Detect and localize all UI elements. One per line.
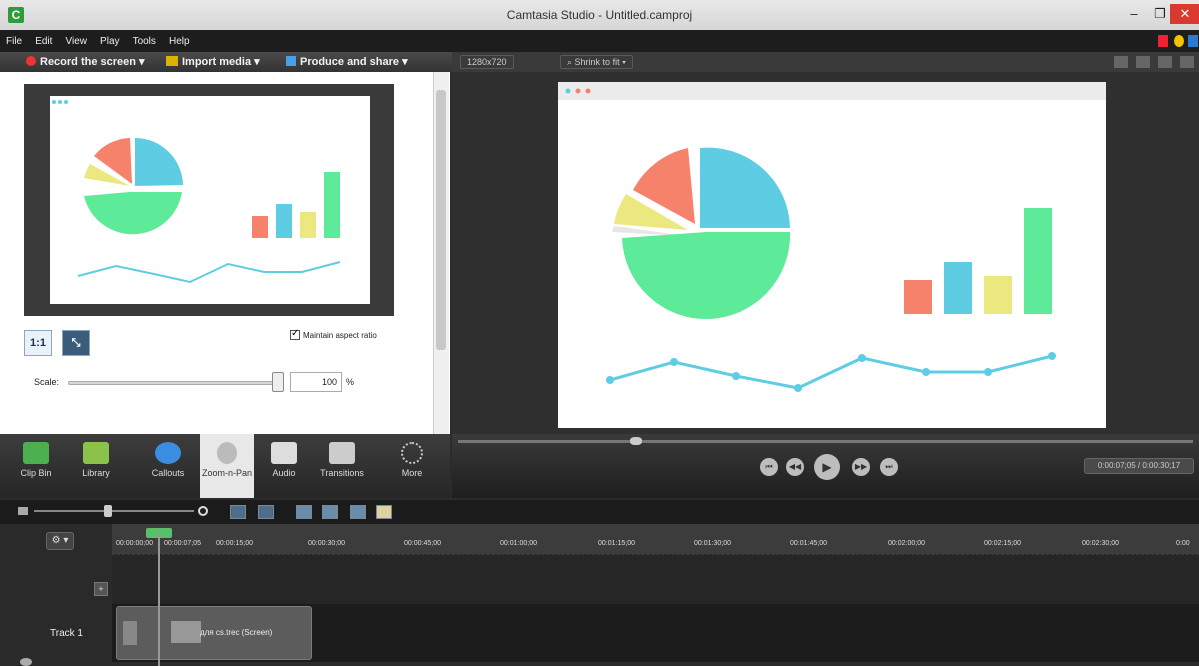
close-button[interactable]: ✕ — [1170, 4, 1199, 24]
tab-library[interactable]: Library — [72, 434, 120, 498]
folder-icon — [166, 56, 178, 66]
timecode-display: 0:00:07;05 / 0:00:30;17 — [1084, 458, 1194, 474]
tab-callouts[interactable]: Callouts — [144, 434, 192, 498]
add-track-button[interactable]: + — [94, 582, 108, 596]
scale-1to1-button[interactable]: 1:1 — [24, 330, 52, 356]
ruler-label: 00:00:45;00 — [404, 540, 441, 547]
library-icon — [83, 442, 109, 464]
zoom-out-full-button[interactable]: ⤡ — [62, 330, 90, 356]
zoom-in-icon[interactable] — [198, 506, 208, 516]
tab-more[interactable]: More — [388, 434, 436, 498]
scale-slider-knob[interactable] — [272, 372, 284, 392]
tip-bulb-icon[interactable] — [1174, 35, 1184, 47]
dimensions-dropdown[interactable]: 1280x720 — [460, 55, 514, 69]
zoom-out-icon[interactable] — [18, 507, 28, 515]
paste-icon[interactable] — [376, 505, 392, 519]
step-back-button[interactable]: ◀◀ — [786, 458, 804, 476]
timeline-toolbar — [0, 500, 1199, 524]
previous-clip-button[interactable]: ⏮ — [760, 458, 778, 476]
ruler-label: 00:01:00;00 — [500, 540, 537, 547]
callouts-icon — [155, 442, 181, 464]
pan-icon[interactable] — [1180, 56, 1194, 68]
track-visibility-icon[interactable] — [20, 658, 32, 666]
scale-label: Scale: — [34, 377, 60, 387]
clip-bin-icon — [23, 442, 49, 464]
tab-clip-bin[interactable]: Clip Bin — [12, 434, 60, 498]
task-tabs: Clip Bin Library Callouts Zoom-n-Pan Aud… — [0, 434, 450, 498]
seek-handle[interactable] — [630, 437, 642, 445]
zoom-thumbnail[interactable] — [50, 96, 370, 304]
import-media-button[interactable]: Import media ▾ — [166, 55, 260, 68]
menu-view[interactable]: View — [65, 36, 87, 47]
ruler-label: 0:00 — [1176, 540, 1190, 547]
timeline-zoom-knob[interactable] — [104, 505, 112, 517]
record-screen-button[interactable]: Record the screen ▾ — [26, 55, 145, 68]
detach-icon[interactable] — [1114, 56, 1128, 68]
ruler-label: 00:01:45;00 — [790, 540, 827, 547]
clip-label: для cs.trec (Screen) — [200, 628, 273, 637]
split-icon[interactable] — [322, 505, 338, 519]
notification-icon[interactable] — [1158, 35, 1168, 47]
tab-transitions[interactable]: Transitions — [314, 434, 370, 498]
tab-zoom-n-pan[interactable]: Zoom-n-Pan — [200, 434, 254, 498]
transitions-icon — [329, 442, 355, 464]
timeline-settings-button[interactable]: ⚙ ▾ — [46, 532, 74, 550]
zoom-dropdown[interactable]: ⌕ Shrink to fit ▾ — [560, 55, 633, 69]
cursor-icon[interactable] — [258, 505, 274, 519]
search-icon: ⌕ — [567, 57, 575, 67]
preview-canvas[interactable] — [558, 82, 1106, 428]
ruler-label: 00:02:30;00 — [1082, 540, 1119, 547]
menu-help[interactable]: Help — [169, 36, 190, 47]
preview-toolbar: 1280x720 ⌕ Shrink to fit ▾ — [452, 52, 1199, 72]
menu-edit[interactable]: Edit — [35, 36, 52, 47]
ruler-label: 00:01:30;00 — [694, 540, 731, 547]
minimize-button[interactable]: – — [1120, 4, 1148, 24]
ruler-label: 00:00:00;00 — [116, 540, 153, 547]
next-clip-button[interactable]: ⏭ — [880, 458, 898, 476]
scrollbar-thumb[interactable] — [436, 90, 446, 350]
play-button[interactable]: ▶ — [814, 454, 840, 480]
menu-play[interactable]: Play — [100, 36, 119, 47]
fullscreen-icon[interactable] — [1136, 56, 1150, 68]
playhead[interactable] — [158, 532, 160, 666]
produce-icon — [286, 56, 296, 66]
timeline-ruler[interactable] — [112, 524, 1199, 554]
clip-thumbnail — [171, 621, 201, 643]
scale-input[interactable]: 100 — [290, 372, 342, 392]
seek-bar[interactable] — [458, 440, 1193, 443]
menu-bar: File Edit View Play Tools Help — [0, 30, 1199, 52]
menu-file[interactable]: File — [6, 36, 22, 47]
crop-icon[interactable] — [1158, 56, 1172, 68]
help-icon[interactable] — [1188, 35, 1198, 47]
empty-track[interactable] — [112, 554, 1199, 604]
tracks-icon[interactable] — [230, 505, 246, 519]
ruler-label: 00:00:15;00 — [216, 540, 253, 547]
timeline-header: ⚙ ▾ + Track 1 — [0, 524, 112, 666]
track-1-label: Track 1 — [50, 628, 83, 639]
copy-icon[interactable] — [350, 505, 366, 519]
ruler-label: 00:01:15;00 — [598, 540, 635, 547]
menu-tools[interactable]: Tools — [133, 36, 156, 47]
percent-label: % — [346, 377, 355, 387]
title-bar: C Camtasia Studio - Untitled.camproj – ❐… — [0, 0, 1199, 30]
maintain-aspect-checkbox[interactable]: Maintain aspect ratio — [290, 328, 377, 340]
cut-icon[interactable] — [296, 505, 312, 519]
ruler-label: 00:00:07;05 — [164, 540, 201, 547]
audio-icon — [271, 442, 297, 464]
more-icon — [401, 442, 423, 464]
record-icon — [26, 56, 36, 66]
produce-share-button[interactable]: Produce and share ▾ — [286, 55, 408, 68]
zoom-icon — [217, 442, 237, 464]
tab-audio[interactable]: Audio — [260, 434, 308, 498]
timeline-zoom-slider[interactable] — [34, 510, 194, 512]
scale-slider[interactable] — [68, 381, 280, 385]
step-forward-button[interactable]: ▶▶ — [852, 458, 870, 476]
ruler-label: 00:02:15;00 — [984, 540, 1021, 547]
window-title: Camtasia Studio - Untitled.camproj — [506, 8, 693, 22]
ruler-label: 00:02:00;00 — [888, 540, 925, 547]
clip-handle-icon[interactable] — [123, 621, 137, 645]
ruler-label: 00:00:30;00 — [308, 540, 345, 547]
